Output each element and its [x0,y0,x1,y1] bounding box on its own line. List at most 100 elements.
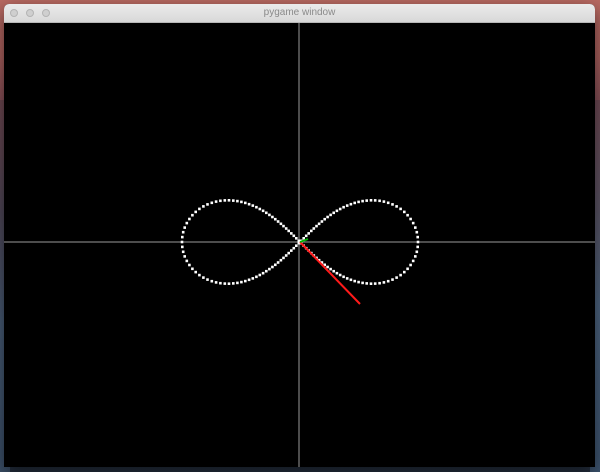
curve-dot [206,278,209,281]
curve-dot [191,267,194,271]
curve-dot [357,200,360,204]
curve-dot [284,254,288,257]
curve-dot [373,282,377,285]
curve-dot [258,207,262,211]
curve-dot [219,281,222,285]
pygame-canvas[interactable] [4,23,595,467]
curve-dot [279,222,283,226]
curve-dot [403,210,406,214]
curve-dot [255,275,258,279]
curve-dot [369,282,373,285]
curve-dot [268,213,271,217]
curve-dot [411,221,415,225]
curve-dot [338,273,342,277]
window-titlebar[interactable]: pygame window [4,4,595,23]
curve-dot [271,265,274,269]
curve-dot [210,201,214,205]
curve-dot [180,240,184,244]
curve-dot [378,199,381,203]
curve-dot [365,199,368,202]
curve-dot [244,201,247,205]
curve-dot [373,199,377,202]
curve-dot [279,258,283,262]
curve-dot [290,232,293,235]
curve-dot [247,278,251,282]
curve-dot [329,213,332,217]
curve-dot [357,280,360,284]
curve-dot [274,217,277,221]
curve-dot [188,263,191,267]
curve-dot [332,269,335,273]
curve-dot [185,259,189,263]
curve-dot [292,246,296,250]
curve-dot [181,235,184,239]
curve-dot [369,199,373,202]
curve-dot [240,200,243,204]
curve-dot [411,259,415,263]
curve-dot [332,211,335,215]
curve-dot [345,204,349,207]
curve-dot [271,215,274,219]
curve-dot [338,207,342,211]
curve-dot [382,281,386,284]
curve-dot [409,263,412,267]
curve-dot [223,199,227,202]
curve-dot [282,256,285,260]
curve-dot [188,217,191,221]
curve-dot [414,226,417,229]
curve-dot [227,282,231,285]
curve-dot [403,270,406,274]
curve-dot [183,226,186,229]
curve-dot [265,211,268,215]
curve-dot [304,234,308,238]
curve-dot [320,220,324,223]
curve-dot [349,278,353,282]
curve-dot [268,267,271,271]
window-title: pygame window [263,7,336,18]
curve-dot [214,200,218,203]
curve-dot [181,230,185,234]
curve-dot [317,222,321,226]
curve-dot [295,237,298,240]
curve-dot [236,199,239,203]
curve-dot [342,275,345,279]
curve-dot [415,250,419,254]
curve-dot [345,277,349,280]
curve-dot [198,207,201,211]
curve-dot [247,202,251,206]
curve-dot [406,213,409,217]
curve-dot [395,205,398,208]
curve-dot [414,255,417,258]
curve-dot [361,199,364,203]
curve-dot [183,255,186,258]
curve-dot [310,229,313,233]
curve-dot [335,209,339,213]
curve-dot [274,263,277,267]
red-vector [299,241,361,305]
curve-dot [382,200,386,203]
curve-dot [297,239,301,243]
curve-dot [276,261,280,264]
curve-dot [214,281,218,284]
curve-dot [307,232,310,235]
curve-dot [282,224,285,228]
curve-dot [416,240,420,244]
curve-dot [378,281,381,285]
curve-dot [295,244,298,247]
curve-dot [386,201,390,205]
curve-dot [223,282,227,285]
curve-dot [312,227,316,230]
curve-dot [335,271,339,275]
curve-dot [240,280,243,284]
curve-dot [219,199,222,203]
curve-dot [391,203,394,206]
curve-dot [386,279,390,283]
curve-dot [210,279,214,283]
curve-dot [191,213,194,217]
curve-dot [399,273,402,277]
curve-dot [365,282,368,285]
pygame-window: pygame window [4,4,595,467]
curve-dot [227,199,231,202]
curve-dot [353,201,356,205]
curve-dot [326,265,329,269]
